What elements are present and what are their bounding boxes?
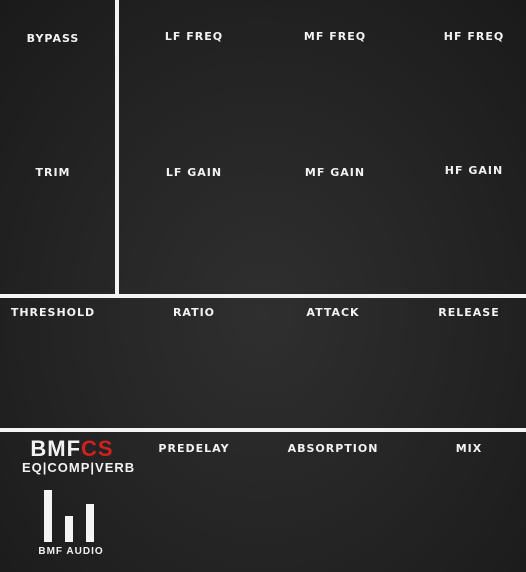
eq-vertical-divider xyxy=(115,0,119,294)
mix-label: MIX xyxy=(455,442,483,455)
lf-freq-knob[interactable] xyxy=(150,30,240,150)
predelay-knob[interactable] xyxy=(150,440,240,560)
mf-gain-knob[interactable] xyxy=(290,165,380,285)
threshold-label: THRESHOLD xyxy=(10,306,96,319)
mix-knob[interactable] xyxy=(424,440,514,560)
absorption-knob[interactable] xyxy=(288,440,378,560)
hf-freq-label: HF FREQ xyxy=(443,30,505,43)
ratio-label: RATIO xyxy=(172,306,216,319)
product-branding: BMFCS EQ|COMP|VERB xyxy=(22,436,136,475)
bypass-label: BYPASS xyxy=(26,32,80,45)
comp-verb-divider xyxy=(0,428,526,432)
product-title-accent: CS xyxy=(81,436,114,461)
release-label: RELEASE xyxy=(438,306,500,319)
lf-freq-label: LF FREQ xyxy=(164,30,224,43)
mf-freq-knob[interactable] xyxy=(290,30,380,150)
attack-label: ATTACK xyxy=(306,306,360,319)
bmf-audio-logo-icon xyxy=(44,490,94,542)
release-knob[interactable] xyxy=(424,305,514,423)
bypass-control[interactable] xyxy=(8,30,100,150)
product-title: BMFCS xyxy=(22,436,122,462)
company-name: BMF AUDIO xyxy=(38,546,104,557)
eq-comp-divider xyxy=(0,294,526,298)
attack-knob[interactable] xyxy=(288,305,378,423)
mf-freq-label: MF FREQ xyxy=(303,30,367,43)
lf-gain-knob[interactable] xyxy=(150,165,240,285)
hf-gain-knob[interactable] xyxy=(428,165,518,285)
mf-gain-label: MF GAIN xyxy=(304,166,366,179)
hf-gain-label: HF GAIN xyxy=(444,164,504,177)
trim-label: TRIM xyxy=(35,166,71,179)
trim-knob[interactable] xyxy=(8,165,100,285)
predelay-label: PREDELAY xyxy=(158,442,230,455)
ratio-knob[interactable] xyxy=(150,305,240,423)
product-subtitle: EQ|COMP|VERB xyxy=(22,460,136,475)
hf-freq-knob[interactable] xyxy=(428,30,518,150)
threshold-knob[interactable] xyxy=(8,305,100,423)
product-title-main: BMF xyxy=(30,436,82,461)
lf-gain-label: LF GAIN xyxy=(165,166,223,179)
absorption-label: ABSORPTION xyxy=(287,442,379,455)
